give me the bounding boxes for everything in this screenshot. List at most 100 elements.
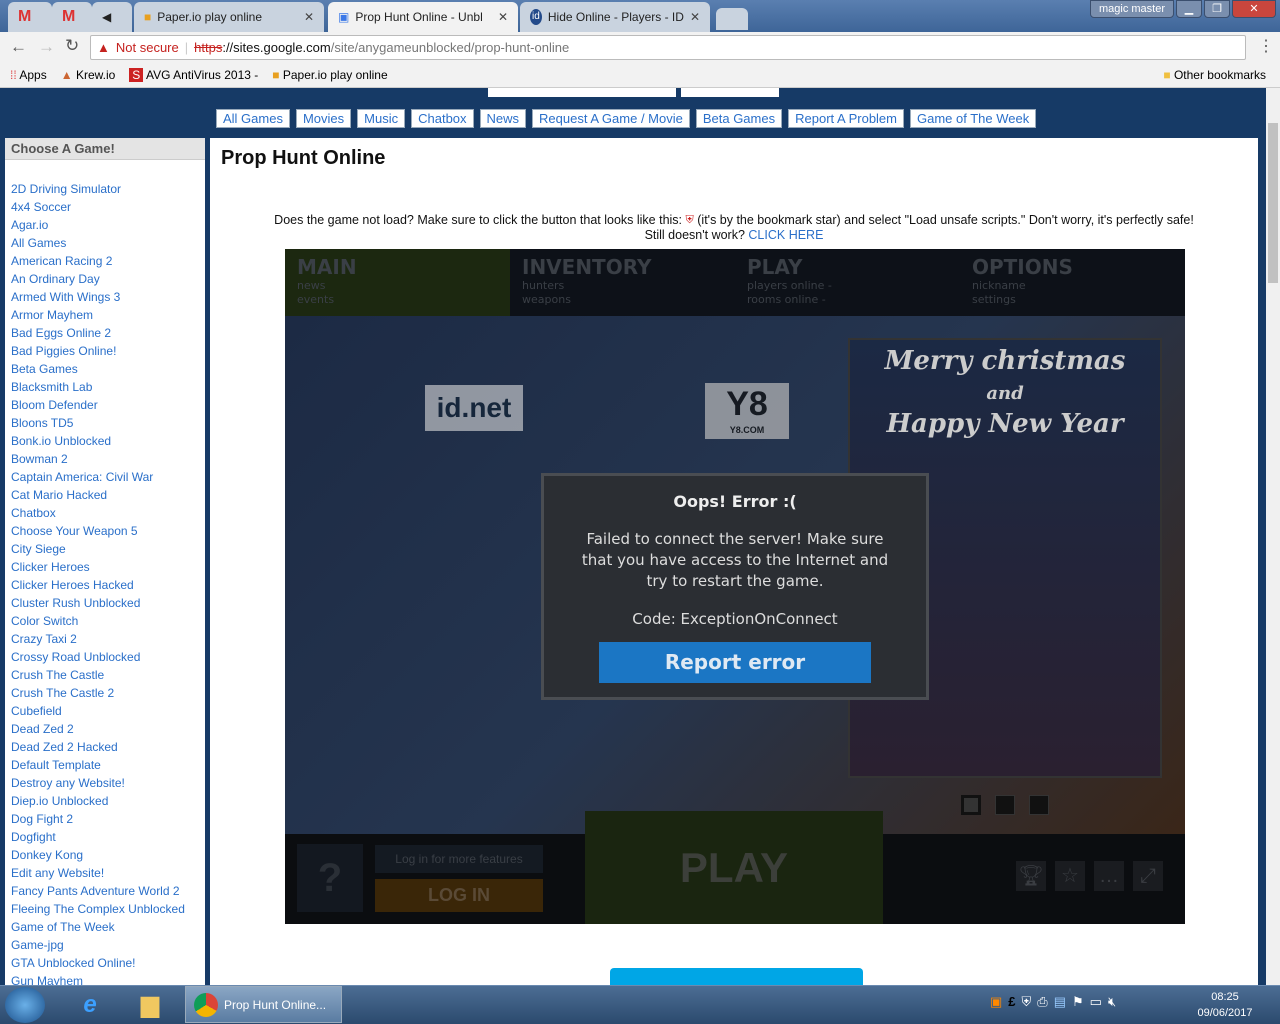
sidebar-game-link[interactable]: Game of The Week — [11, 918, 199, 936]
sidebar-game-link[interactable]: Destroy any Website! — [11, 774, 199, 792]
internet-explorer-icon[interactable]: e — [68, 989, 112, 1021]
game-frame[interactable]: id.net Y8 Y8.COM Merry christmas and Happy … — [285, 249, 1185, 924]
sidebar-game-link[interactable]: All Games — [11, 234, 199, 252]
tab-gmail-1[interactable]: M — [8, 2, 52, 32]
sidebar-game-link[interactable]: Beta Games — [11, 360, 199, 378]
pagination-dot[interactable] — [1029, 795, 1049, 815]
minimize-button[interactable]: ▁ — [1176, 0, 1202, 18]
sidebar-game-link[interactable]: Bloons TD5 — [11, 414, 199, 432]
tab-gmail-2[interactable]: M — [52, 2, 92, 32]
login-button[interactable]: LOG IN — [375, 879, 543, 912]
pagination-dot[interactable] — [995, 795, 1015, 815]
sidebar-game-link[interactable]: Diep.io Unblocked — [11, 792, 199, 810]
close-tab-icon[interactable]: ✕ — [304, 10, 314, 24]
sidebar-game-link[interactable]: Bad Piggies Online! — [11, 342, 199, 360]
tab-paperio[interactable]: ■ Paper.io play online ✕ — [134, 2, 324, 32]
fullscreen-icon[interactable]: ⤢ — [1133, 861, 1163, 891]
new-tab-button[interactable] — [716, 8, 748, 30]
click-here-link[interactable]: CLICK HERE — [748, 228, 823, 242]
shield-icon[interactable]: ⛨ — [1022, 994, 1032, 1010]
sidebar-game-link[interactable]: Chatbox — [11, 504, 199, 522]
sidebar-game-link[interactable]: Cubefield — [11, 702, 199, 720]
sidebar-game-link[interactable]: Bowman 2 — [11, 450, 199, 468]
close-tab-icon[interactable]: ✕ — [690, 10, 700, 24]
scrollbar-thumb[interactable] — [1268, 123, 1278, 283]
tab-prop-hunt[interactable]: ▣ Prop Hunt Online - Unbl ✕ — [328, 2, 518, 32]
start-button[interactable] — [5, 987, 45, 1023]
tab-audio[interactable]: ◀ — [92, 2, 132, 32]
sidebar-game-link[interactable]: Choose Your Weapon 5 — [11, 522, 199, 540]
sidebar-game-link[interactable]: Armed With Wings 3 — [11, 288, 199, 306]
menu-main[interactable]: MAIN news events — [285, 249, 510, 316]
sidebar-game-link[interactable]: Dog Fight 2 — [11, 810, 199, 828]
sidebar-game-link[interactable]: Crush The Castle — [11, 666, 199, 684]
other-bookmarks[interactable]: ■ Other bookmarks — [1163, 68, 1266, 82]
menu-icon[interactable]: ⋮ — [1258, 36, 1274, 56]
sidebar-game-link[interactable]: Captain America: Civil War — [11, 468, 199, 486]
sidebar-game-link[interactable]: Crossy Road Unblocked — [11, 648, 199, 666]
sidebar-game-link[interactable]: Edit any Website! — [11, 864, 199, 882]
currency-icon[interactable]: £ — [1008, 994, 1015, 1010]
sidebar-game-link[interactable]: Blacksmith Lab — [11, 378, 199, 396]
nav-music[interactable]: Music — [357, 109, 406, 128]
clock[interactable]: 08:25 09/06/2017 — [1190, 989, 1260, 1021]
sidebar-game-link[interactable]: Crazy Taxi 2 — [11, 630, 199, 648]
address-bar[interactable]: ▲ Not secure | https://sites.google.com/… — [90, 35, 1246, 60]
close-tab-icon[interactable]: ✕ — [498, 10, 508, 24]
sidebar-game-link[interactable]: Cat Mario Hacked — [11, 486, 199, 504]
sidebar-game-link[interactable]: Donkey Kong — [11, 846, 199, 864]
nav-game-of-week[interactable]: Game of The Week — [910, 109, 1037, 128]
volume-muted-icon[interactable]: 🔇︎ — [1108, 994, 1116, 1010]
file-explorer-icon[interactable]: ▆ — [128, 989, 172, 1021]
sidebar-game-link[interactable]: Fleeing The Complex Unblocked — [11, 900, 199, 918]
menu-options[interactable]: OPTIONS nickname settings — [960, 249, 1185, 316]
sidebar-game-link[interactable]: Default Template — [11, 756, 199, 774]
blue-button[interactable] — [610, 968, 863, 985]
sidebar-game-link[interactable]: Dead Zed 2 Hacked — [11, 738, 199, 756]
sidebar-game-link[interactable]: Crush The Castle 2 — [11, 684, 199, 702]
nav-request[interactable]: Request A Game / Movie — [532, 109, 690, 128]
sidebar-game-link[interactable]: Clicker Heroes — [11, 558, 199, 576]
network-icon[interactable]: ▭ — [1090, 994, 1102, 1010]
nav-chatbox[interactable]: Chatbox — [411, 109, 474, 128]
sidebar-game-link[interactable]: Gun Mayhem — [11, 972, 199, 985]
sidebar-game-link[interactable]: GTA Unblocked Online! — [11, 954, 199, 972]
menu-play[interactable]: PLAY players online - rooms online - — [735, 249, 960, 316]
forward-icon[interactable]: → — [38, 37, 55, 57]
bookmark-paperio[interactable]: ■ Paper.io play online — [272, 68, 387, 82]
close-window-button[interactable]: ✕ — [1232, 0, 1276, 18]
chat-icon[interactable]: … — [1094, 861, 1124, 891]
sidebar-game-link[interactable]: 2D Driving Simulator — [11, 180, 199, 198]
bookmark-apps[interactable]: ⁞⁞ Apps — [10, 68, 47, 82]
sidebar-game-link[interactable]: Bad Eggs Online 2 — [11, 324, 199, 342]
nav-news[interactable]: News — [479, 109, 527, 128]
taskbar-chrome-task[interactable]: Prop Hunt Online... — [185, 986, 342, 1023]
scrollbar[interactable] — [1266, 88, 1280, 985]
trophy-icon[interactable]: 🏆︎ — [1016, 861, 1046, 891]
printer-icon[interactable]: ⎙ — [1037, 994, 1047, 1010]
back-icon[interactable]: ← — [10, 37, 27, 57]
profile-button[interactable]: magic master — [1090, 0, 1174, 18]
sidebar-game-link[interactable]: Dogfight — [11, 828, 199, 846]
nav-movies[interactable]: Movies — [295, 109, 352, 128]
sidebar-game-link[interactable]: Color Switch — [11, 612, 199, 630]
bookmark-krew[interactable]: ▲ Krew.io — [61, 68, 116, 82]
reload-icon[interactable]: ↻ — [65, 36, 79, 56]
play-button[interactable]: PLAY — [585, 811, 883, 924]
sidebar-game-link[interactable]: An Ordinary Day — [11, 270, 199, 288]
nav-beta-games[interactable]: Beta Games — [695, 109, 783, 128]
app-tray-icon[interactable]: ▤ — [1054, 994, 1066, 1010]
sidebar-game-link[interactable]: Clicker Heroes Hacked — [11, 576, 199, 594]
sidebar-game-link[interactable]: Armor Mayhem — [11, 306, 199, 324]
sidebar-game-link[interactable]: Bloom Defender — [11, 396, 199, 414]
sidebar-game-link[interactable]: Game-jpg — [11, 936, 199, 954]
pagination-dot[interactable] — [961, 795, 981, 815]
star-icon[interactable]: ☆ — [1055, 861, 1085, 891]
nav-all-games[interactable]: All Games — [216, 109, 290, 128]
sidebar-game-link[interactable]: Agar.io — [11, 216, 199, 234]
sidebar-game-link[interactable]: American Racing 2 — [11, 252, 199, 270]
sidebar-game-link[interactable]: Fancy Pants Adventure World 2 — [11, 882, 199, 900]
maximize-button[interactable]: ❐ — [1204, 0, 1230, 18]
sidebar-game-link[interactable]: Cluster Rush Unblocked — [11, 594, 199, 612]
sidebar-game-link[interactable]: 4x4 Soccer — [11, 198, 199, 216]
